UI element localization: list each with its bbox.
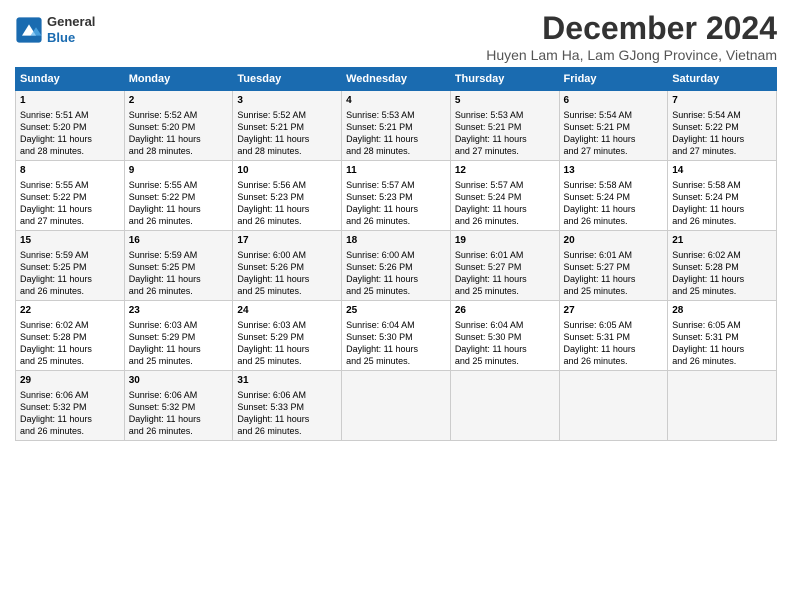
calendar-cell [559, 371, 668, 441]
calendar-cell: 25Sunrise: 6:04 AMSunset: 5:30 PMDayligh… [342, 301, 451, 371]
day-header-friday: Friday [559, 68, 668, 91]
day-number: 2 [129, 94, 229, 108]
calendar-table: SundayMondayTuesdayWednesdayThursdayFrid… [15, 67, 777, 441]
day-number: 29 [20, 374, 120, 388]
day-number: 8 [20, 164, 120, 178]
day-number: 13 [564, 164, 664, 178]
day-number: 23 [129, 304, 229, 318]
calendar-cell: 10Sunrise: 5:56 AMSunset: 5:23 PMDayligh… [233, 161, 342, 231]
calendar-cell: 12Sunrise: 5:57 AMSunset: 5:24 PMDayligh… [450, 161, 559, 231]
day-number: 12 [455, 164, 555, 178]
day-header-tuesday: Tuesday [233, 68, 342, 91]
calendar-cell: 2Sunrise: 5:52 AMSunset: 5:20 PMDaylight… [124, 91, 233, 161]
calendar-cell: 5Sunrise: 5:53 AMSunset: 5:21 PMDaylight… [450, 91, 559, 161]
page: General Blue December 2024 Huyen Lam Ha,… [0, 0, 792, 612]
day-number: 1 [20, 94, 120, 108]
subtitle: Huyen Lam Ha, Lam GJong Province, Vietna… [486, 47, 777, 63]
day-number: 25 [346, 304, 446, 318]
calendar-cell: 14Sunrise: 5:58 AMSunset: 5:24 PMDayligh… [668, 161, 777, 231]
day-number: 30 [129, 374, 229, 388]
calendar-cell: 17Sunrise: 6:00 AMSunset: 5:26 PMDayligh… [233, 231, 342, 301]
calendar-cell: 16Sunrise: 5:59 AMSunset: 5:25 PMDayligh… [124, 231, 233, 301]
calendar-cell: 26Sunrise: 6:04 AMSunset: 5:30 PMDayligh… [450, 301, 559, 371]
day-number: 20 [564, 234, 664, 248]
calendar-cell [450, 371, 559, 441]
day-header-wednesday: Wednesday [342, 68, 451, 91]
calendar-cell: 18Sunrise: 6:00 AMSunset: 5:26 PMDayligh… [342, 231, 451, 301]
calendar-cell [668, 371, 777, 441]
header: General Blue December 2024 Huyen Lam Ha,… [15, 10, 777, 63]
day-number: 14 [672, 164, 772, 178]
day-number: 16 [129, 234, 229, 248]
logo-blue: Blue [47, 30, 95, 46]
main-title: December 2024 [486, 10, 777, 47]
calendar-cell: 6Sunrise: 5:54 AMSunset: 5:21 PMDaylight… [559, 91, 668, 161]
day-number: 3 [237, 94, 337, 108]
day-header-saturday: Saturday [668, 68, 777, 91]
day-number: 26 [455, 304, 555, 318]
day-number: 21 [672, 234, 772, 248]
day-number: 17 [237, 234, 337, 248]
week-row-1: 1Sunrise: 5:51 AMSunset: 5:20 PMDaylight… [16, 91, 777, 161]
calendar-cell: 7Sunrise: 5:54 AMSunset: 5:22 PMDaylight… [668, 91, 777, 161]
title-block: December 2024 Huyen Lam Ha, Lam GJong Pr… [486, 10, 777, 63]
calendar-cell: 3Sunrise: 5:52 AMSunset: 5:21 PMDaylight… [233, 91, 342, 161]
day-number: 9 [129, 164, 229, 178]
week-row-2: 8Sunrise: 5:55 AMSunset: 5:22 PMDaylight… [16, 161, 777, 231]
week-row-4: 22Sunrise: 6:02 AMSunset: 5:28 PMDayligh… [16, 301, 777, 371]
day-number: 18 [346, 234, 446, 248]
day-number: 22 [20, 304, 120, 318]
calendar-cell: 21Sunrise: 6:02 AMSunset: 5:28 PMDayligh… [668, 231, 777, 301]
calendar-cell: 30Sunrise: 6:06 AMSunset: 5:32 PMDayligh… [124, 371, 233, 441]
calendar-cell: 28Sunrise: 6:05 AMSunset: 5:31 PMDayligh… [668, 301, 777, 371]
calendar-cell: 13Sunrise: 5:58 AMSunset: 5:24 PMDayligh… [559, 161, 668, 231]
day-number: 19 [455, 234, 555, 248]
calendar-cell: 24Sunrise: 6:03 AMSunset: 5:29 PMDayligh… [233, 301, 342, 371]
logo-general: General [47, 14, 95, 30]
day-number: 4 [346, 94, 446, 108]
calendar-cell [342, 371, 451, 441]
calendar-cell: 1Sunrise: 5:51 AMSunset: 5:20 PMDaylight… [16, 91, 125, 161]
logo-text: General Blue [47, 14, 95, 45]
day-number: 11 [346, 164, 446, 178]
day-header-thursday: Thursday [450, 68, 559, 91]
week-row-3: 15Sunrise: 5:59 AMSunset: 5:25 PMDayligh… [16, 231, 777, 301]
calendar-cell: 20Sunrise: 6:01 AMSunset: 5:27 PMDayligh… [559, 231, 668, 301]
calendar-cell: 8Sunrise: 5:55 AMSunset: 5:22 PMDaylight… [16, 161, 125, 231]
logo: General Blue [15, 14, 95, 45]
calendar-cell: 29Sunrise: 6:06 AMSunset: 5:32 PMDayligh… [16, 371, 125, 441]
calendar-cell: 19Sunrise: 6:01 AMSunset: 5:27 PMDayligh… [450, 231, 559, 301]
week-row-5: 29Sunrise: 6:06 AMSunset: 5:32 PMDayligh… [16, 371, 777, 441]
calendar-cell: 31Sunrise: 6:06 AMSunset: 5:33 PMDayligh… [233, 371, 342, 441]
day-number: 7 [672, 94, 772, 108]
calendar-cell: 27Sunrise: 6:05 AMSunset: 5:31 PMDayligh… [559, 301, 668, 371]
calendar-cell: 15Sunrise: 5:59 AMSunset: 5:25 PMDayligh… [16, 231, 125, 301]
logo-icon [15, 16, 43, 44]
header-row: SundayMondayTuesdayWednesdayThursdayFrid… [16, 68, 777, 91]
calendar-cell: 4Sunrise: 5:53 AMSunset: 5:21 PMDaylight… [342, 91, 451, 161]
day-number: 10 [237, 164, 337, 178]
day-number: 28 [672, 304, 772, 318]
day-number: 31 [237, 374, 337, 388]
calendar-cell: 23Sunrise: 6:03 AMSunset: 5:29 PMDayligh… [124, 301, 233, 371]
day-number: 6 [564, 94, 664, 108]
day-number: 24 [237, 304, 337, 318]
calendar-cell: 22Sunrise: 6:02 AMSunset: 5:28 PMDayligh… [16, 301, 125, 371]
day-header-monday: Monday [124, 68, 233, 91]
calendar-cell: 9Sunrise: 5:55 AMSunset: 5:22 PMDaylight… [124, 161, 233, 231]
day-number: 27 [564, 304, 664, 318]
day-number: 5 [455, 94, 555, 108]
calendar-cell: 11Sunrise: 5:57 AMSunset: 5:23 PMDayligh… [342, 161, 451, 231]
day-number: 15 [20, 234, 120, 248]
day-header-sunday: Sunday [16, 68, 125, 91]
